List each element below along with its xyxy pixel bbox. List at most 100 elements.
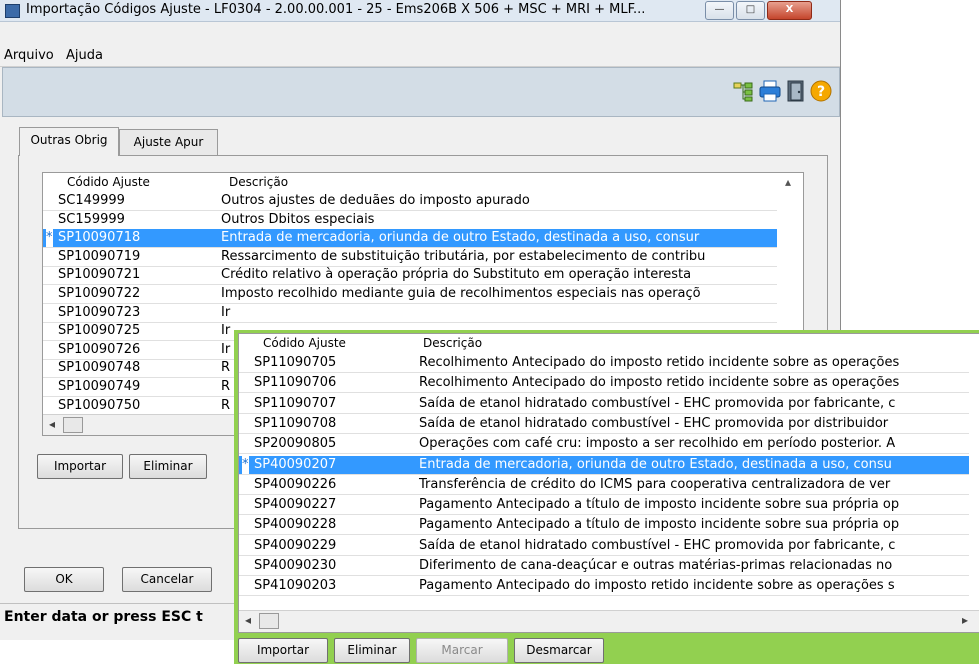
table-row[interactable]: SP10090723 Ir xyxy=(43,304,777,323)
cell-codigo: SP10090750 xyxy=(58,397,141,413)
overlay-desmarcar-button[interactable]: Desmarcar xyxy=(514,638,604,663)
cell-descricao: Operações com café cru: imposto a ser re… xyxy=(419,436,896,452)
cell-descricao: Pagamento Antecipado do imposto retido i… xyxy=(419,578,895,594)
table-row[interactable]: SP11090705 Recolhimento Antecipado do imp… xyxy=(239,354,969,373)
cell-descricao: Recolhimento Antecipado do imposto retid… xyxy=(419,375,900,391)
cell-codigo: SP10090719 xyxy=(58,248,141,264)
ok-button[interactable]: OK xyxy=(24,567,104,592)
table-row[interactable]: SP11090708 Saída de etanol hidratado comb… xyxy=(239,415,969,434)
maximize-button[interactable]: □ xyxy=(736,1,765,20)
cell-codigo: SP10090726 xyxy=(58,341,141,357)
table-row[interactable]: SP40090230 Diferimento de cana-deaçúcar e… xyxy=(239,557,969,576)
overlay-scroll-right-arrow[interactable]: ▸ xyxy=(962,613,968,627)
overlay-grid-header: Códido Ajuste Descrição xyxy=(239,334,979,352)
cell-codigo: SC149999 xyxy=(58,193,125,208)
status-text: Enter data or press ESC t xyxy=(4,609,203,625)
table-row[interactable]: SP40090229 Saída de etanol hidratado comb… xyxy=(239,537,969,556)
overlay-importar-button[interactable]: Importar xyxy=(238,638,328,663)
printer-icon[interactable] xyxy=(759,80,781,102)
cell-codigo: SP40090230 xyxy=(254,558,337,573)
scroll-left-arrow[interactable]: ◂ xyxy=(49,417,55,431)
cell-codigo: SP40090226 xyxy=(254,476,337,492)
cell-codigo: SP10090718 xyxy=(58,230,141,246)
menu-bar: Arquivo Ajuda xyxy=(0,46,840,67)
title-bar[interactable]: Importação Códigos Ajuste - LF0304 - 2.0… xyxy=(0,0,840,22)
cell-codigo: SP11090706 xyxy=(254,375,337,391)
cell-descricao: Outros ajustes de deduães do imposto apu… xyxy=(221,193,530,208)
cell-descricao: Pagamento Antecipado a título de imposto… xyxy=(419,497,900,513)
cell-descricao: R xyxy=(221,379,231,394)
cell-codigo: SP10090723 xyxy=(58,304,141,320)
cell-codigo: SP40090228 xyxy=(254,517,337,533)
cell-codigo: SP10090749 xyxy=(58,379,141,394)
table-row[interactable]: SP40090227 Pagamento Antecipado a título … xyxy=(239,496,969,516)
cell-descricao: R xyxy=(221,360,231,376)
close-button[interactable]: X xyxy=(767,1,812,20)
cell-codigo: SP10090721 xyxy=(58,267,141,283)
cell-codigo: SP11090707 xyxy=(254,395,337,411)
exit-door-icon[interactable] xyxy=(785,80,807,102)
cell-descricao: Imposto recolhido mediante guia de recol… xyxy=(221,286,701,301)
table-row[interactable]: SC149999 Outros ajustes de deduães do imp… xyxy=(43,192,777,211)
tree-structure-icon[interactable] xyxy=(732,80,754,102)
grid-header: Códido Ajuste Descrição xyxy=(43,173,803,191)
table-row[interactable]: SC159999 Outros Dbitos especiais xyxy=(43,211,777,230)
cell-descricao: Transferência de crédito do ICMS para co… xyxy=(419,476,891,492)
cell-descricao: R xyxy=(221,397,231,413)
importar-button[interactable]: Importar xyxy=(37,454,123,479)
cell-descricao: Ir xyxy=(221,341,231,357)
column-header-descricao[interactable]: Descrição xyxy=(229,173,288,191)
table-row[interactable]: SP11090707 Saída de etanol hidratado comb… xyxy=(239,395,969,414)
cell-descricao: Recolhimento Antecipado do imposto retid… xyxy=(419,355,900,370)
cell-descricao: Saída de etanol hidratado combustível - … xyxy=(419,415,889,431)
cell-codigo: SP10090722 xyxy=(58,286,141,301)
help-icon[interactable]: ? xyxy=(810,80,832,102)
table-row[interactable]: SP40090226 Transferência de crédito do IC… xyxy=(239,476,969,495)
table-row[interactable]: SP10090721 Crédito relativo à operação pr… xyxy=(43,266,777,286)
table-row[interactable]: * SP40090207 Entrada de mercadoria, oriund… xyxy=(239,455,969,475)
cell-codigo: SC159999 xyxy=(58,211,125,227)
table-row[interactable]: SP20090805 Operações com café cru: impost… xyxy=(239,435,969,455)
window-title: Importação Códigos Ajuste - LF0304 - 2.0… xyxy=(26,2,646,17)
overlay-eliminar-button[interactable]: Eliminar xyxy=(334,638,410,663)
cell-descricao: Ir xyxy=(221,304,231,320)
menu-arquivo[interactable]: Arquivo xyxy=(4,48,54,63)
table-row[interactable]: SP41090203 Pagamento Antecipado do impost… xyxy=(239,577,969,597)
overlay-column-header-codigo[interactable]: Códido Ajuste xyxy=(263,334,346,352)
menu-ajuda[interactable]: Ajuda xyxy=(66,48,103,63)
minimize-button[interactable]: — xyxy=(705,1,734,20)
tab-ajuste-apur[interactable]: Ajuste Apur xyxy=(119,129,218,155)
toolbar: ? xyxy=(2,67,840,117)
table-row[interactable]: SP11090706 Recolhimento Antecipado do imp… xyxy=(239,374,969,394)
overlay-marcar-button[interactable]: Marcar xyxy=(416,638,508,663)
table-row[interactable]: SP10090719 Ressarcimento de substituição … xyxy=(43,248,777,267)
cell-codigo: SP11090708 xyxy=(254,415,337,431)
table-row[interactable]: SP40090228 Pagamento Antecipado a título … xyxy=(239,516,969,536)
cell-codigo: SP40090227 xyxy=(254,497,337,513)
cancelar-button[interactable]: Cancelar xyxy=(122,567,212,592)
scroll-up-arrow[interactable]: ▴ xyxy=(775,173,801,191)
eliminar-button[interactable]: Eliminar xyxy=(129,454,207,479)
cell-codigo: SP20090805 xyxy=(254,436,337,452)
overlay-horizontal-scrollbar[interactable]: ◂ ▸ xyxy=(239,610,979,632)
cell-descricao: Ir xyxy=(221,323,231,339)
cell-descricao: Diferimento de cana-deaçúcar e outras ma… xyxy=(419,558,893,573)
table-row[interactable]: SP10090722 Imposto recolhido mediante gui… xyxy=(43,285,777,304)
app-icon xyxy=(5,4,20,18)
cell-descricao: Entrada de mercadoria, oriunda de outro … xyxy=(221,230,700,246)
cell-codigo: SP40090229 xyxy=(254,537,337,553)
overlay-column-header-descricao[interactable]: Descrição xyxy=(423,334,482,352)
selected-row-marker: * xyxy=(242,455,249,474)
cell-descricao: Ressarcimento de substituição tributária… xyxy=(221,248,706,264)
selected-row-marker: * xyxy=(46,229,53,248)
overlay-scroll-thumb[interactable] xyxy=(259,613,279,629)
overlay-scroll-left-arrow[interactable]: ◂ xyxy=(245,613,251,627)
column-header-codigo[interactable]: Códido Ajuste xyxy=(67,173,150,191)
cell-descricao: Pagamento Antecipado a título de imposto… xyxy=(419,517,900,533)
tab-outras-obrig[interactable]: Outras Obrig xyxy=(19,127,119,156)
cell-codigo: SP11090705 xyxy=(254,355,337,370)
cell-codigo: SP41090203 xyxy=(254,578,337,594)
table-row[interactable]: * SP10090718 Entrada de mercadoria, oriund… xyxy=(43,229,777,249)
scroll-thumb[interactable] xyxy=(63,417,83,433)
overlay-grid[interactable]: Códido Ajuste Descrição SP11090705 Recolh… xyxy=(238,333,979,633)
